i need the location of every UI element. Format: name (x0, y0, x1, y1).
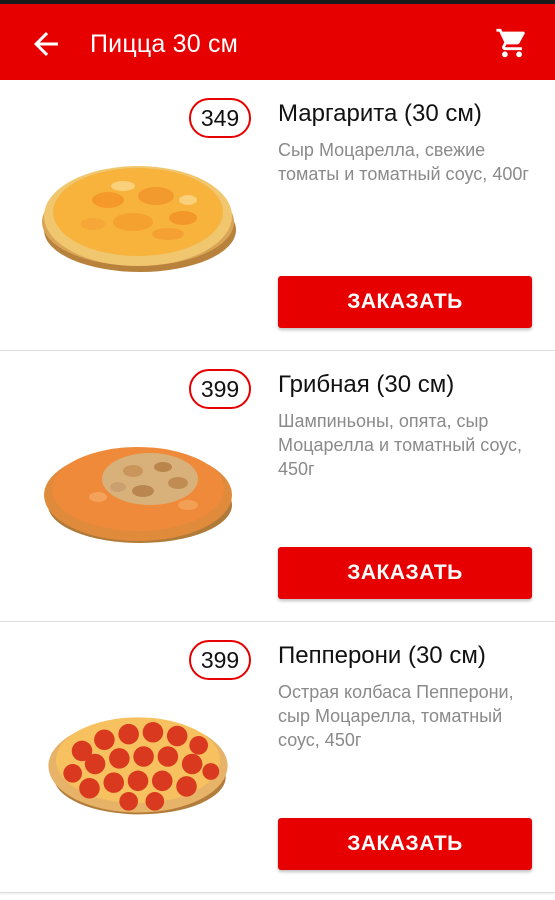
pizza-pepperoni-image (48, 717, 228, 815)
product-description: Сыр Моцарелла, свежие томаты и томатный … (278, 140, 529, 184)
pizza-margarita-image (42, 166, 236, 272)
product-card: 349 Маргарита (30 см) Сыр Моцарелла, све… (0, 80, 555, 351)
price-badge: 349 (189, 98, 251, 138)
app-bar: Пицца 30 см (0, 0, 555, 80)
price-badge: 399 (189, 369, 251, 409)
product-card: 399 Пепперони (30 см) Острая колбаса Пеп… (0, 622, 555, 893)
product-card: 399 Грибная (30 см) Шампиньоны, опята, с… (0, 351, 555, 622)
order-button[interactable]: ЗАКАЗАТЬ (278, 276, 532, 328)
page-title: Пицца 30 см (90, 30, 239, 58)
product-list: 349 Маргарита (30 см) Сыр Моцарелла, све… (0, 80, 555, 893)
product-name: Грибная (30 см) (278, 371, 455, 398)
price-badge: 399 (189, 640, 251, 680)
product-description: Острая колбаса Пепперони, сыр Моцарелла,… (278, 682, 514, 750)
order-button[interactable]: ЗАКАЗАТЬ (278, 818, 532, 870)
order-button[interactable]: ЗАКАЗАТЬ (278, 547, 532, 599)
product-name: Маргарита (30 см) (278, 100, 482, 127)
shopping-cart-icon[interactable] (495, 26, 529, 60)
arrow-back-icon[interactable] (28, 26, 64, 62)
product-name: Пепперони (30 см) (278, 642, 486, 669)
product-description: Шампиньоны, опята, сыр Моцарелла и томат… (278, 411, 523, 479)
pizza-mushroom-image (44, 447, 232, 543)
